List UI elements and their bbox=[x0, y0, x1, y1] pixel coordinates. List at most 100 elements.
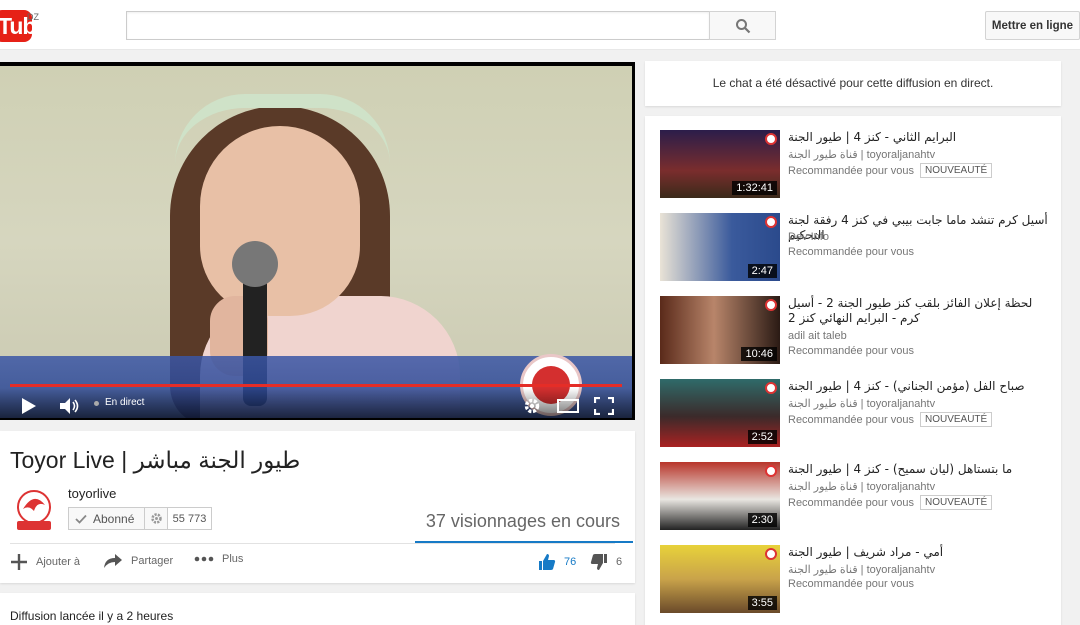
video-thumbnail[interactable]: 3:55 bbox=[660, 545, 780, 613]
like-count: 76 bbox=[564, 556, 577, 568]
search-input[interactable] bbox=[126, 11, 710, 40]
recommendation-reason: Recommandée pour vous bbox=[788, 164, 914, 177]
video-thumbnail[interactable]: 1:32:41 bbox=[660, 130, 780, 198]
channel-badge-icon bbox=[765, 133, 777, 145]
recommendations-panel: 1:32:41 البرايم الثاني - كنز 4 | طيور ال… bbox=[645, 116, 1061, 625]
recommendation-item[interactable]: 2:30 ما بتستاهل (ليان سميح) - كنز 4 | طي… bbox=[660, 462, 1055, 532]
new-badge: NOUVEAUTÉ bbox=[919, 412, 993, 427]
recommendation-channel[interactable]: قناة طيور الجنة | toyoraljanahtv bbox=[788, 563, 935, 576]
more-label: Plus bbox=[222, 553, 244, 565]
divider bbox=[10, 543, 615, 544]
description-card: Diffusion lancée il y a 2 heures bbox=[0, 593, 635, 625]
fullscreen-button[interactable] bbox=[592, 396, 616, 416]
recommendation-reason: Recommandée pour vous bbox=[788, 413, 914, 426]
channel-avatar[interactable] bbox=[10, 486, 58, 534]
video-thumbnail[interactable]: 2:52 bbox=[660, 379, 780, 447]
progress-fill bbox=[10, 384, 622, 387]
recommendation-meta: Recommandée pour vous NOUVEAUTÉ bbox=[788, 495, 993, 510]
recommendation-meta: Recommandée pour vous bbox=[788, 246, 914, 258]
video-title: Toyor Live | طيور الجنة مباشر bbox=[10, 447, 301, 473]
recommendation-meta: Recommandée pour vous bbox=[788, 345, 914, 357]
share-button[interactable]: Partager bbox=[103, 553, 173, 569]
share-label: Partager bbox=[131, 555, 174, 567]
new-badge: NOUVEAUTÉ bbox=[919, 163, 993, 178]
video-frame[interactable]: En direct bbox=[0, 66, 632, 418]
recommendation-reason: Recommandée pour vous bbox=[788, 246, 914, 258]
video-thumbnail[interactable]: 2:47 bbox=[660, 213, 780, 281]
subscribe-button[interactable]: Abonné bbox=[68, 507, 145, 530]
live-indicator-dot bbox=[94, 401, 99, 406]
recommendation-item[interactable]: 2:47 أسيل كرم تنشد ماما جابت بيبي في كنز… bbox=[660, 213, 1055, 283]
recommendation-reason: Recommandée pour vous bbox=[788, 496, 914, 509]
channel-name[interactable]: toyorlive bbox=[68, 486, 116, 501]
video-scene-flower-crown bbox=[175, 94, 390, 164]
chat-disabled-message: Le chat a été désactivé pour cette diffu… bbox=[712, 76, 994, 90]
play-icon bbox=[22, 398, 36, 414]
fullscreen-icon bbox=[594, 397, 614, 415]
upload-button[interactable]: Mettre en ligne bbox=[985, 11, 1080, 40]
recommendation-channel[interactable]: Dev Info bbox=[788, 231, 829, 243]
add-to-button[interactable]: Ajouter à bbox=[10, 553, 80, 571]
recommendation-channel[interactable]: قناة طيور الجنة | toyoraljanahtv bbox=[788, 397, 935, 410]
search-button[interactable] bbox=[709, 11, 776, 40]
recommendation-meta: Recommandée pour vous NOUVEAUTÉ bbox=[788, 163, 993, 178]
video-thumbnail[interactable]: 10:46 bbox=[660, 296, 780, 364]
recommendation-title[interactable]: لحظة إعلان الفائز بلقب كنز طيور الجنة 2 … bbox=[788, 296, 1050, 326]
recommendation-item[interactable]: 2:52 صباح الفل (مؤمن الجناني) - كنز 4 | … bbox=[660, 379, 1055, 449]
recommendation-title[interactable]: أمي - مراد شريف | طيور الجنة bbox=[788, 545, 1050, 560]
recommendation-channel[interactable]: قناة طيور الجنة | toyoraljanahtv bbox=[788, 480, 935, 493]
more-dots-icon bbox=[194, 556, 214, 562]
share-icon bbox=[104, 554, 122, 568]
recommendation-meta: Recommandée pour vous NOUVEAUTÉ bbox=[788, 412, 993, 427]
logo-text: Tube bbox=[0, 13, 48, 39]
video-duration: 10:46 bbox=[741, 347, 777, 361]
channel-badge-icon bbox=[765, 548, 777, 560]
channel-badge-icon bbox=[765, 382, 777, 394]
live-label: En direct bbox=[105, 397, 145, 408]
recommendation-title[interactable]: صباح الفل (مؤمن الجناني) - كنز 4 | طيور … bbox=[788, 379, 1050, 394]
channel-badge-icon bbox=[765, 465, 777, 477]
recommendation-channel[interactable]: قناة طيور الجنة | toyoraljanahtv bbox=[788, 148, 935, 161]
video-duration: 3:55 bbox=[747, 596, 777, 610]
recommendation-item[interactable]: 3:55 أمي - مراد شريف | طيور الجنة قناة ط… bbox=[660, 545, 1055, 615]
gear-icon bbox=[524, 398, 540, 414]
settings-button[interactable] bbox=[522, 396, 542, 416]
channel-logo-icon bbox=[17, 490, 51, 530]
recommendation-channel[interactable]: adil ait taleb bbox=[788, 330, 847, 342]
recommendation-item[interactable]: 10:46 لحظة إعلان الفائز بلقب كنز طيور ال… bbox=[660, 296, 1055, 366]
theater-mode-button[interactable] bbox=[556, 396, 580, 416]
video-info-card: Toyor Live | طيور الجنة مباشر toyorlive … bbox=[0, 431, 635, 583]
recommendation-meta: Recommandée pour vous bbox=[788, 578, 914, 590]
thumbs-down-icon bbox=[590, 554, 607, 570]
viewer-count-underline bbox=[415, 541, 633, 543]
video-scene-mic bbox=[232, 241, 278, 287]
video-thumbnail[interactable]: 2:30 bbox=[660, 462, 780, 530]
video-player[interactable]: En direct bbox=[0, 62, 635, 420]
thumbs-up-icon bbox=[539, 554, 556, 570]
subscriber-count: 55 773 bbox=[167, 507, 212, 530]
stream-start-info: Diffusion lancée il y a 2 heures bbox=[10, 609, 174, 623]
video-duration: 1:32:41 bbox=[732, 181, 777, 195]
dislike-count: 6 bbox=[616, 556, 623, 568]
add-to-label: Ajouter à bbox=[36, 556, 81, 568]
volume-icon bbox=[60, 398, 79, 414]
like-button[interactable]: 76 bbox=[538, 553, 576, 571]
subscription-settings-button[interactable] bbox=[145, 507, 168, 530]
new-badge: NOUVEAUTÉ bbox=[919, 495, 993, 510]
search-icon bbox=[735, 18, 750, 33]
more-button[interactable]: Plus bbox=[194, 553, 243, 565]
recommendation-reason: Recommandée pour vous bbox=[788, 345, 914, 357]
dislike-button[interactable]: 6 bbox=[590, 553, 622, 571]
recommendation-item[interactable]: 1:32:41 البرايم الثاني - كنز 4 | طيور ال… bbox=[660, 130, 1055, 200]
gear-icon bbox=[150, 513, 162, 524]
video-duration: 2:47 bbox=[747, 264, 777, 278]
logo-country-code: DZ bbox=[27, 12, 39, 22]
channel-badge-icon bbox=[765, 216, 777, 228]
recommendation-title[interactable]: البرايم الثاني - كنز 4 | طيور الجنة bbox=[788, 130, 1050, 145]
volume-button[interactable] bbox=[58, 396, 82, 416]
recommendation-reason: Recommandée pour vous bbox=[788, 578, 914, 590]
checkmark-icon bbox=[75, 514, 87, 524]
recommendation-title[interactable]: ما بتستاهل (ليان سميح) - كنز 4 | طيور ال… bbox=[788, 462, 1050, 477]
subscribe-label: Abonné bbox=[93, 511, 135, 526]
play-button[interactable] bbox=[18, 396, 40, 416]
